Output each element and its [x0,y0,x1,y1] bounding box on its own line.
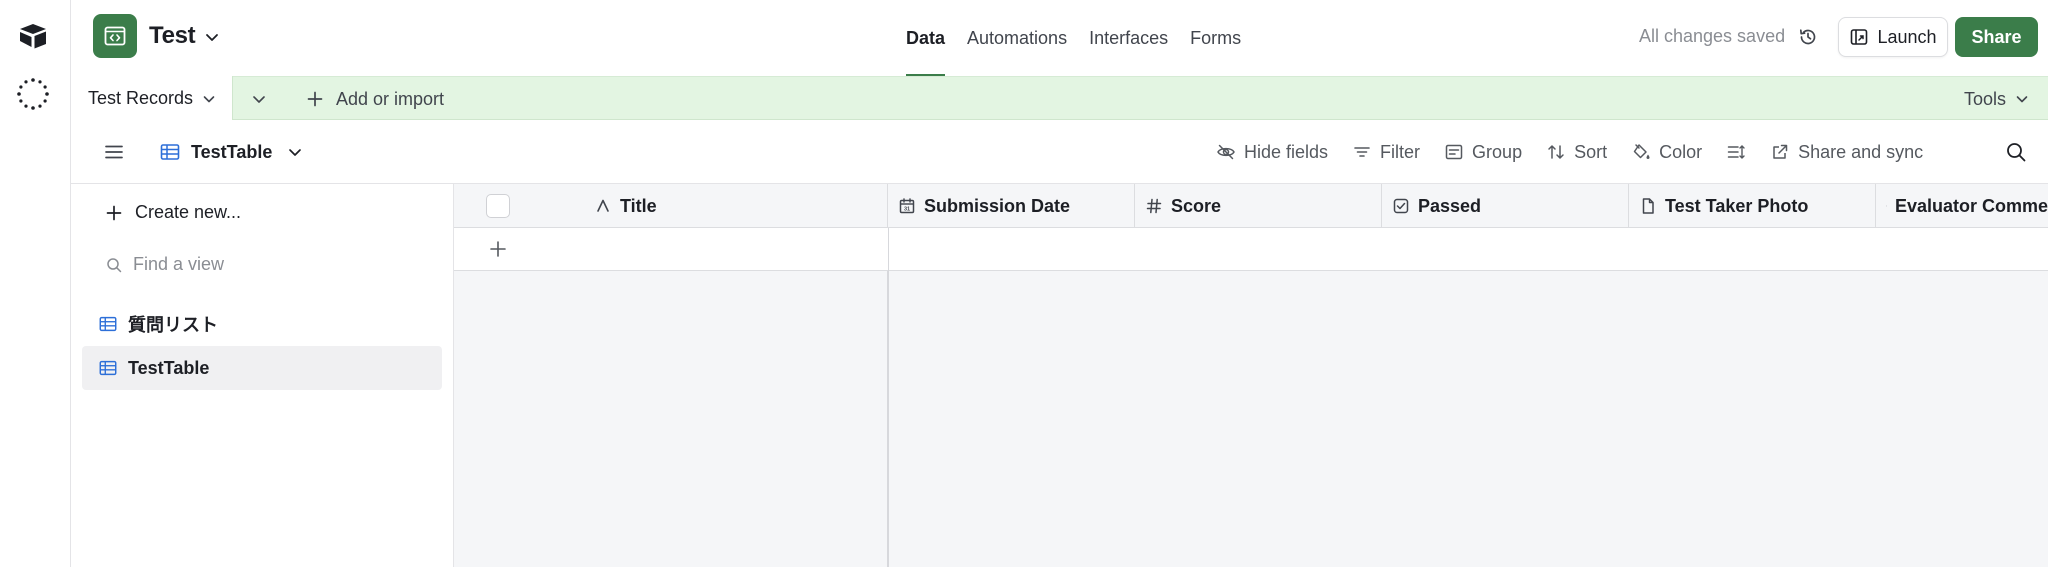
column-label: Evaluator Comme [1894,195,2048,216]
column-label: Test Taker Photo [1665,195,1809,216]
view-item-label: TestTable [128,357,210,378]
column-header-score[interactable]: Score [1135,184,1382,228]
table-tab-bar: Test Records Add or import Tools [71,76,2048,121]
table-tab-test-records[interactable]: Test Records [71,76,233,121]
add-or-import-label: Add or import [336,88,445,109]
text-a-icon [597,199,609,212]
top-header: Test Data Automations Interfaces Forms A… [71,0,2048,76]
calendar-icon: 31 [899,198,915,214]
history-icon[interactable] [1797,26,1819,48]
column-header-submission-date[interactable]: 31 Submission Date [888,184,1135,228]
chevron-down-icon[interactable] [201,91,217,107]
select-all-checkbox[interactable] [486,194,510,218]
find-view-placeholder: Find a view [133,254,225,274]
view-tools: Hide fields Filter Group Sort Color Shar… [1216,120,1947,184]
sidebar-view-item-selected[interactable]: TestTable [82,346,442,390]
checkbox-icon [1393,198,1409,214]
table-tab-label: Test Records [88,88,194,108]
grid-view-icon [99,316,117,332]
add-record-plus-icon[interactable] [488,239,508,259]
plus-icon [106,205,122,220]
row-height-icon [1727,145,1745,159]
launch-label: Launch [1877,26,1937,47]
tools-menu[interactable]: Tools [1964,77,2030,121]
column-header-evaluator-comments[interactable]: Evaluator Comme [1876,184,2048,228]
file-icon [1642,198,1654,214]
hash-icon [1146,198,1162,214]
search-icon [107,257,122,272]
tab-interfaces[interactable]: Interfaces [1078,0,1179,76]
chevron-down-icon [2016,96,2028,103]
airtable-logo-icon[interactable] [18,22,48,50]
data-grid: Title 31 Submission Date Score Passed Te… [454,184,2048,567]
launch-button[interactable]: Launch [1838,17,1948,57]
column-label: Passed [1418,195,1482,216]
column-label: Title [620,195,657,216]
chevron-down-icon[interactable] [203,28,221,46]
create-new-view-button[interactable]: Create new... [105,202,241,223]
view-switcher[interactable]: TestTable [159,120,304,184]
sort-label: Sort [1574,141,1608,162]
column-header-title[interactable]: Title [584,184,888,228]
grid-view-icon [160,144,180,160]
tools-label: Tools [1963,88,2006,109]
base-icon[interactable] [93,14,137,58]
code-window-icon [104,26,126,46]
group-label: Group [1472,141,1523,162]
add-or-import-button[interactable]: Add or import [306,77,444,121]
hide-fields-label: Hide fields [1244,141,1329,162]
sort-icon [1548,145,1564,159]
more-tables-button[interactable] [241,86,277,112]
view-toolbar: TestTable Hide fields Filter Group Sort … [71,120,2048,184]
grid-view-icon [99,360,117,376]
svg-text:31: 31 [904,207,910,213]
filter-icon [1354,147,1370,157]
grid-header-row: Title 31 Submission Date Score Passed Te… [454,184,2048,228]
add-record-row[interactable] [454,228,2048,271]
share-and-sync-button[interactable]: Share and sync [1770,142,1923,163]
base-name[interactable]: Test [149,22,196,50]
loading-spinner-icon [17,78,49,110]
menu-icon[interactable] [103,141,125,163]
chevron-down-icon [253,96,265,103]
sort-button[interactable]: Sort [1546,142,1607,163]
frozen-divider [888,228,889,567]
sidebar-view-item[interactable]: 質問リスト [82,302,442,346]
column-header-test-taker-photo[interactable]: Test Taker Photo [1629,184,1876,228]
hide-fields-button[interactable]: Hide fields [1216,142,1328,163]
color-button[interactable]: Color [1631,142,1702,163]
tab-forms[interactable]: Forms [1179,0,1252,76]
eye-off-icon [1217,144,1235,160]
left-rail [0,0,71,567]
tab-data[interactable]: Data [895,0,956,76]
paint-bucket-icon [1633,144,1650,159]
chevron-down-icon [289,149,302,156]
group-icon [1445,144,1463,160]
filter-label: Filter [1380,141,1421,162]
view-name: TestTable [191,141,273,162]
views-sidebar: Create new... Find a view 質問リスト TestTabl… [71,184,454,567]
create-new-label: Create new... [135,202,242,222]
share-and-sync-label: Share and sync [1798,141,1924,162]
main-tabs: Data Automations Interfaces Forms [895,0,1252,76]
filter-button[interactable]: Filter [1352,142,1420,163]
tab-automations[interactable]: Automations [956,0,1078,76]
view-item-label: 質問リスト [128,315,218,335]
launch-icon [1851,29,1868,45]
external-link-icon [1773,144,1788,159]
plus-icon [307,91,323,107]
search-icon[interactable] [2004,140,2028,164]
save-status: All changes saved [1639,26,1786,46]
group-button[interactable]: Group [1444,142,1522,163]
row-height-button[interactable] [1726,142,1746,162]
column-label: Score [1171,195,1222,216]
color-label: Color [1659,141,1703,162]
column-header-passed[interactable]: Passed [1382,184,1629,228]
find-view-input[interactable]: Find a view [105,254,224,275]
share-button[interactable]: Share [1955,17,2038,57]
column-label: Submission Date [924,195,1071,216]
long-text-icon [1886,205,1887,207]
